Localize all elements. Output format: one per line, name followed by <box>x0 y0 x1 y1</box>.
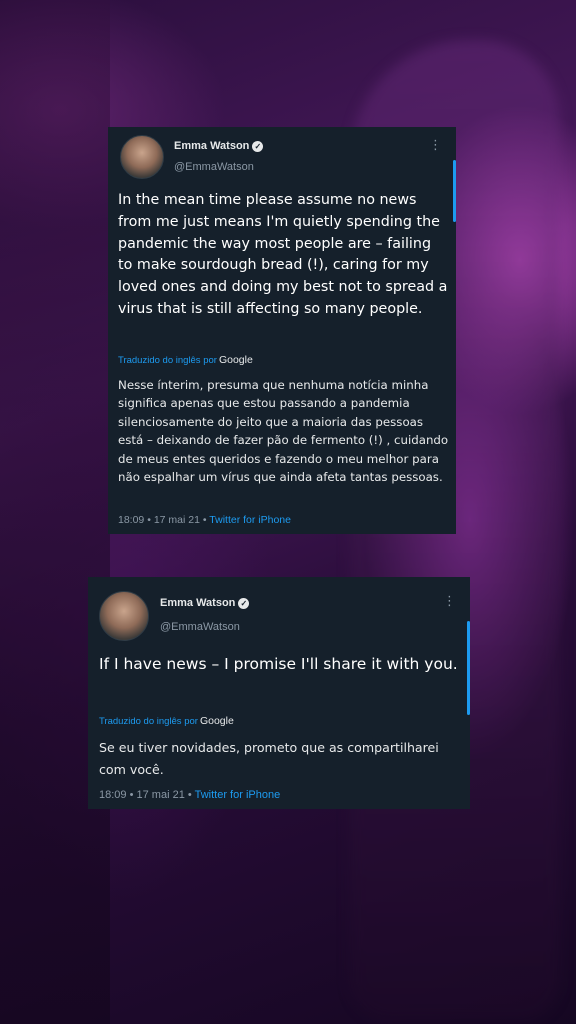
avatar[interactable] <box>120 135 164 179</box>
verified-badge-icon: ✓ <box>238 597 250 609</box>
tweet-meta: 18:09 • 17 mai 21 • Twitter for iPhone <box>118 514 291 526</box>
tweet-text: In the mean time please assume no news f… <box>118 192 448 317</box>
tweet-meta: 18:09 • 17 mai 21 • Twitter for iPhone <box>99 789 280 801</box>
verified-badge-icon: ✓ <box>252 140 264 152</box>
tweet-date[interactable]: 17 mai 21 <box>137 789 185 801</box>
author-handle[interactable]: @EmmaWatson <box>174 161 254 173</box>
meta-separator: • <box>147 514 151 526</box>
more-options-icon[interactable]: ⋮ <box>443 595 456 608</box>
author-name[interactable]: Emma Watson ✓ <box>160 597 250 609</box>
author-handle[interactable]: @EmmaWatson <box>160 621 240 633</box>
tweet-time[interactable]: 18:09 <box>99 789 127 801</box>
tweet-card-2[interactable]: Emma Watson ✓ @EmmaWatson ⋮ If I have new… <box>88 577 470 809</box>
background-shadow <box>0 0 110 1024</box>
translated-text: Nesse ínterim, presuma que nenhuma notíc… <box>118 378 449 485</box>
meta-separator: • <box>187 789 192 801</box>
translated-by-label[interactable]: Traduzido do inglês por Google <box>99 715 234 727</box>
meta-separator: • <box>129 789 134 801</box>
google-label: Google <box>199 715 234 727</box>
google-label: Google <box>218 354 253 366</box>
tweet-card-1[interactable]: Emma Watson ✓ @EmmaWatson ⋮ In the mean t… <box>108 127 456 534</box>
scrollbar[interactable] <box>453 160 456 222</box>
meta-separator: • <box>202 514 207 526</box>
tweet-text: If I have news – I promise I'll share it… <box>99 655 458 673</box>
tweet-source-link[interactable]: Twitter for iPhone <box>209 514 291 526</box>
author-name[interactable]: Emma Watson ✓ <box>174 140 264 152</box>
avatar[interactable] <box>99 591 149 641</box>
tweet-time[interactable]: 18:09 <box>118 514 144 526</box>
scrollbar[interactable] <box>467 621 470 715</box>
tweet-date[interactable]: 17 mai 21 <box>154 514 200 526</box>
tweet-source-link[interactable]: Twitter for iPhone <box>195 789 281 801</box>
translated-by-label[interactable]: Traduzido do inglês por Google <box>118 354 253 366</box>
more-options-icon[interactable]: ⋮ <box>429 139 442 152</box>
translated-text: Se eu tiver novidades, prometo que as co… <box>99 740 439 777</box>
